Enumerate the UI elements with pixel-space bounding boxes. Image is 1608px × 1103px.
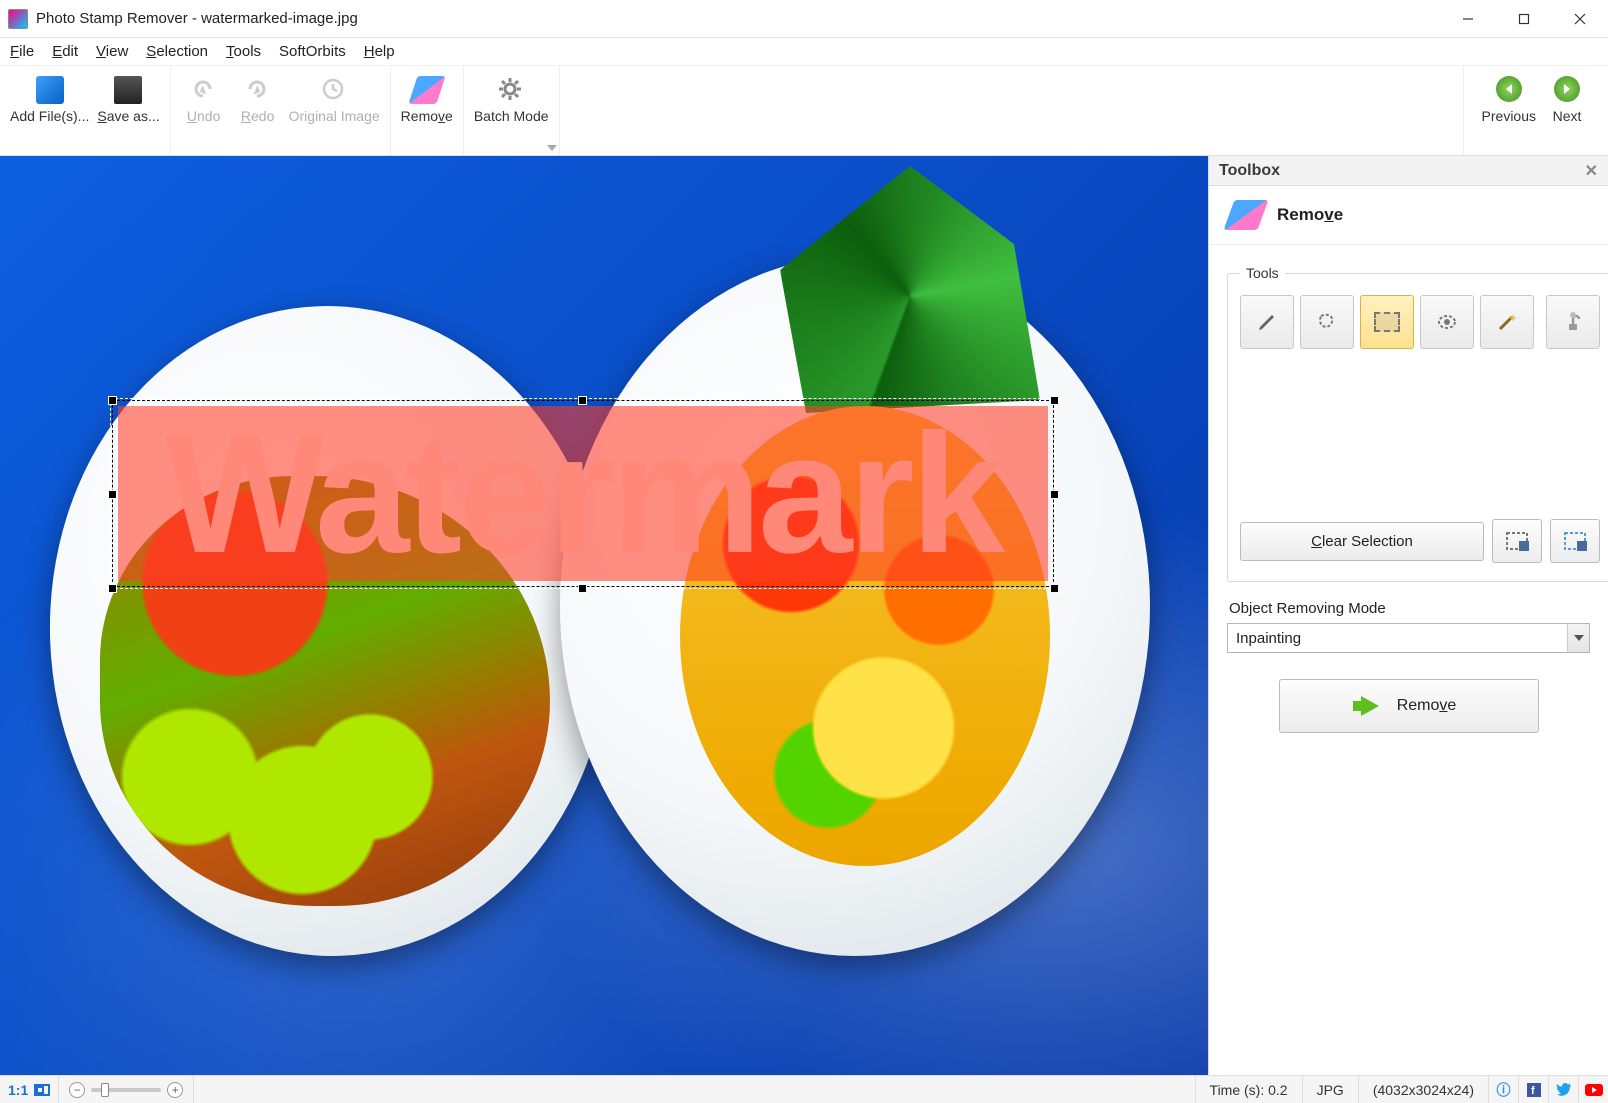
prev-icon bbox=[1496, 76, 1522, 102]
undo-icon bbox=[190, 76, 218, 104]
toolbox-title: Toolbox bbox=[1219, 162, 1280, 180]
tool-clone-stamp[interactable] bbox=[1546, 295, 1600, 349]
next-button[interactable]: Next bbox=[1540, 70, 1594, 126]
twitter-icon[interactable] bbox=[1548, 1076, 1578, 1103]
zoom-track[interactable] bbox=[91, 1088, 161, 1092]
marquee-icon bbox=[1374, 312, 1400, 332]
toolbar: Add File(s)... Save as... Undo Redo Orig… bbox=[0, 66, 1608, 156]
save-selection-button[interactable] bbox=[1492, 519, 1542, 563]
save-icon bbox=[114, 76, 142, 104]
menu-bar: File Edit View Selection Tools SoftOrbit… bbox=[0, 38, 1608, 66]
toolbox-header: Toolbox ✕ bbox=[1209, 156, 1608, 186]
zoom-slider[interactable]: − + bbox=[59, 1076, 194, 1103]
menu-file[interactable]: File bbox=[10, 43, 34, 60]
selection-handle-sw[interactable] bbox=[108, 584, 117, 593]
batch-mode-button[interactable]: Batch Mode bbox=[470, 70, 553, 126]
selection-handle-nw[interactable] bbox=[108, 396, 117, 405]
menu-selection[interactable]: Selection bbox=[146, 43, 208, 60]
clear-selection-button[interactable]: Clear Selection bbox=[1240, 522, 1484, 561]
app-icon bbox=[8, 9, 28, 29]
tool-magic-wand[interactable] bbox=[1480, 295, 1534, 349]
original-image-button[interactable]: Original Image bbox=[285, 70, 384, 126]
chevron-down-icon bbox=[1567, 624, 1589, 652]
eraser-icon bbox=[408, 76, 445, 104]
previous-button[interactable]: Previous bbox=[1478, 70, 1540, 126]
workspace: Watermark Toolbox ✕ Remove Tools bbox=[0, 156, 1608, 1075]
selection-rectangle[interactable] bbox=[112, 400, 1054, 587]
selection-handle-s[interactable] bbox=[578, 584, 587, 593]
selection-handle-ne[interactable] bbox=[1050, 396, 1059, 405]
mode-label: Object Removing Mode bbox=[1229, 600, 1590, 617]
tool-color-select[interactable] bbox=[1420, 295, 1474, 349]
next-icon bbox=[1554, 76, 1580, 102]
minimize-button[interactable] bbox=[1440, 0, 1496, 38]
fit-screen-icon[interactable] bbox=[34, 1084, 50, 1096]
toolbox-section-header: Remove bbox=[1209, 186, 1608, 245]
youtube-icon[interactable] bbox=[1578, 1076, 1608, 1103]
redo-icon bbox=[244, 76, 272, 104]
toolbox-panel: Toolbox ✕ Remove Tools Clear Sel bbox=[1208, 156, 1608, 1075]
toolbox-close-icon[interactable]: ✕ bbox=[1585, 161, 1598, 181]
info-icon[interactable]: ⓘ bbox=[1488, 1076, 1518, 1103]
tool-rectangle-select[interactable] bbox=[1360, 295, 1414, 349]
selection-handle-n[interactable] bbox=[578, 396, 587, 405]
mode-select[interactable]: Inpainting bbox=[1227, 623, 1590, 653]
zoom-ratio[interactable]: 1:1 bbox=[8, 1082, 28, 1098]
menu-view[interactable]: View bbox=[96, 43, 128, 60]
window-title: Photo Stamp Remover - watermarked-image.… bbox=[36, 10, 358, 27]
selection-handle-e[interactable] bbox=[1050, 490, 1059, 499]
zoom-thumb[interactable] bbox=[101, 1083, 109, 1097]
save-as-button[interactable]: Save as... bbox=[93, 70, 163, 126]
tools-fieldset: Tools Clear Selection bbox=[1227, 265, 1608, 582]
menu-tools[interactable]: Tools bbox=[226, 43, 261, 60]
tool-pencil[interactable] bbox=[1240, 295, 1294, 349]
remove-action-button[interactable]: Remove bbox=[1279, 679, 1539, 733]
status-format: JPG bbox=[1302, 1076, 1358, 1103]
menu-help[interactable]: Help bbox=[364, 43, 395, 60]
zoom-in-button[interactable]: + bbox=[167, 1082, 183, 1098]
add-files-button[interactable]: Add File(s)... bbox=[6, 70, 93, 126]
menu-softorbits[interactable]: SoftOrbits bbox=[279, 43, 346, 60]
close-button[interactable] bbox=[1552, 0, 1608, 38]
maximize-button[interactable] bbox=[1496, 0, 1552, 38]
arrow-right-icon bbox=[1361, 696, 1379, 716]
svg-text:f: f bbox=[1531, 1085, 1535, 1097]
facebook-icon[interactable]: f bbox=[1518, 1076, 1548, 1103]
tools-legend: Tools bbox=[1240, 265, 1285, 281]
gear-icon bbox=[497, 76, 525, 104]
status-bar: 1:1 − + Time (s): 0.2 JPG (4032x3024x24)… bbox=[0, 1075, 1608, 1103]
menu-edit[interactable]: Edit bbox=[52, 43, 78, 60]
redo-button[interactable]: Redo bbox=[231, 70, 285, 126]
selection-handle-w[interactable] bbox=[108, 490, 117, 499]
eraser-icon bbox=[1224, 200, 1269, 230]
history-icon bbox=[320, 76, 348, 104]
canvas[interactable]: Watermark bbox=[0, 156, 1208, 1075]
undo-button[interactable]: Undo bbox=[177, 70, 231, 126]
status-dimensions: (4032x3024x24) bbox=[1358, 1076, 1488, 1103]
title-bar: Photo Stamp Remover - watermarked-image.… bbox=[0, 0, 1608, 38]
overflow-handle[interactable] bbox=[547, 145, 557, 151]
zoom-out-button[interactable]: − bbox=[69, 1082, 85, 1098]
load-selection-button[interactable] bbox=[1550, 519, 1600, 563]
status-time: Time (s): 0.2 bbox=[1195, 1076, 1302, 1103]
tool-free-select[interactable] bbox=[1300, 295, 1354, 349]
mode-value: Inpainting bbox=[1228, 630, 1567, 647]
add-files-icon bbox=[36, 76, 64, 104]
selection-handle-se[interactable] bbox=[1050, 584, 1059, 593]
remove-button-toolbar[interactable]: Remove bbox=[397, 70, 457, 126]
